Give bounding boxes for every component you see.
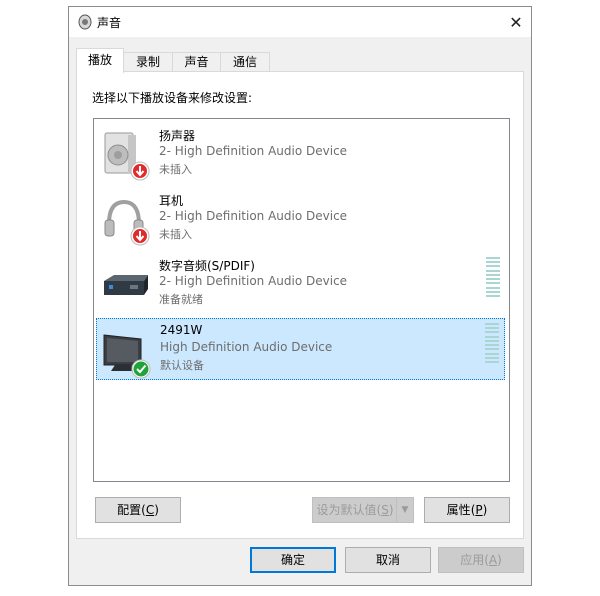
- red-down-arrow-badge: [130, 161, 150, 181]
- device-item-headphones[interactable]: 耳机 2- High Definition Audio Device 未插入: [96, 188, 505, 250]
- set-default-label: 设为默认值: [316, 503, 377, 517]
- properties-hotkey: P: [475, 503, 483, 517]
- device-item-digital-audio[interactable]: 数字音频(S/PDIF) 2- High Definition Audio De…: [96, 253, 505, 315]
- set-default-button[interactable]: 设为默认值(S) ▼: [312, 497, 414, 523]
- device-name: 耳机: [159, 194, 184, 208]
- digital-audio-icon: [104, 275, 148, 295]
- headphones-icon: [104, 199, 150, 246]
- device-description: High Definition Audio Device: [160, 340, 333, 354]
- playback-panel: 选择以下播放设备来修改设置: 扬声器 2- High Definition Au…: [76, 71, 524, 539]
- ok-button[interactable]: 确定: [250, 547, 336, 573]
- monitor-icon: [103, 334, 151, 379]
- device-status: 准备就绪: [159, 293, 203, 306]
- volume-meter: [486, 257, 500, 297]
- tab-sounds-label: 声音: [184, 55, 209, 69]
- tab-communications[interactable]: 通信: [220, 52, 270, 72]
- close-button[interactable]: ✕: [501, 7, 531, 37]
- volume-meter: [485, 323, 499, 363]
- apply-hotkey: A: [488, 553, 498, 567]
- device-status: 默认设备: [160, 359, 204, 372]
- title-bar[interactable]: 声音 ✕: [69, 7, 531, 37]
- properties-button[interactable]: 属性(P): [424, 497, 510, 523]
- apply-button[interactable]: 应用(A): [438, 547, 524, 573]
- close-icon: ✕: [509, 12, 523, 32]
- apply-label: 应用: [460, 553, 485, 567]
- cancel-label: 取消: [375, 553, 400, 567]
- device-description: 2- High Definition Audio Device: [159, 209, 348, 223]
- device-status: 未插入: [159, 163, 192, 176]
- speaker-icon: [104, 132, 150, 181]
- configure-button[interactable]: 配置(C): [95, 497, 181, 523]
- tab-sounds[interactable]: 声音: [172, 52, 221, 72]
- speaker-app-icon: [78, 14, 92, 30]
- sound-dialog: 声音 ✕ 播放 录制 声音 通信 选择以下播放设备来修改设置: 扬声器 2- H…: [68, 6, 532, 586]
- device-name: 数字音频(S/PDIF): [159, 259, 255, 273]
- green-check-badge: [131, 359, 151, 379]
- properties-label: 属性: [446, 503, 471, 517]
- device-status: 未插入: [159, 228, 192, 241]
- set-default-hotkey: S: [381, 503, 389, 517]
- device-item-monitor[interactable]: 2491W High Definition Audio Device 默认设备: [96, 318, 505, 380]
- configure-label: 配置: [117, 503, 142, 517]
- ok-label: 确定: [280, 553, 305, 567]
- tab-playback[interactable]: 播放: [76, 48, 124, 73]
- device-name: 2491W: [160, 323, 203, 337]
- device-name: 扬声器: [159, 129, 196, 143]
- window-title: 声音: [97, 16, 122, 30]
- tab-communications-label: 通信: [232, 55, 257, 69]
- tab-recording-label: 录制: [135, 55, 160, 69]
- tab-recording[interactable]: 录制: [123, 52, 173, 72]
- chevron-down-icon[interactable]: ▼: [396, 498, 413, 522]
- cancel-button[interactable]: 取消: [345, 547, 431, 573]
- instruction-text: 选择以下播放设备来修改设置:: [92, 91, 253, 105]
- configure-hotkey: C: [145, 503, 155, 517]
- device-list[interactable]: 扬声器 2- High Definition Audio Device 未插入 …: [93, 118, 510, 482]
- red-down-arrow-badge: [130, 226, 150, 246]
- device-description: 2- High Definition Audio Device: [159, 144, 348, 158]
- tab-playback-label: 播放: [87, 53, 112, 67]
- device-description: 2- High Definition Audio Device: [159, 274, 348, 288]
- device-item-speakers[interactable]: 扬声器 2- High Definition Audio Device 未插入: [96, 123, 505, 185]
